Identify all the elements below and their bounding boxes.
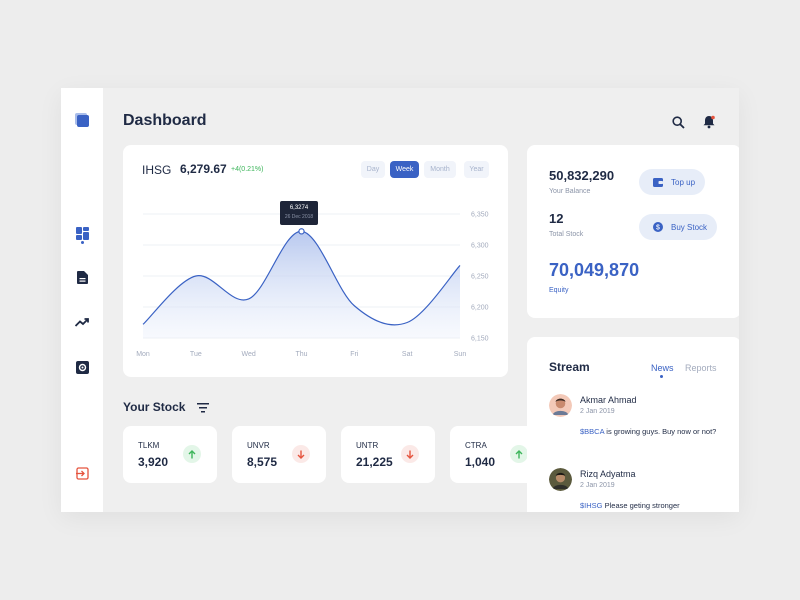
- x-tick-label: Sat: [402, 351, 413, 358]
- sidebar: [61, 88, 103, 512]
- notification-bell-icon[interactable]: [701, 114, 717, 130]
- post-author[interactable]: Rizq Adyatma: [580, 469, 636, 479]
- y-tick-label: 6,350: [471, 212, 489, 219]
- tooltip-date: 26 Dec 2018: [284, 214, 314, 220]
- stock-price: 8,575: [247, 455, 278, 469]
- x-tick-label: Tue: [190, 351, 202, 358]
- your-stock-title: Your Stock: [123, 400, 186, 414]
- arrow-down-icon: [292, 445, 310, 463]
- stock-code: UNVR: [247, 441, 270, 450]
- dashboard-grid-icon[interactable]: [74, 225, 90, 241]
- y-tick-label: 6,250: [471, 274, 489, 281]
- equity-label: Equity: [549, 287, 569, 294]
- settings-icon[interactable]: [74, 359, 90, 375]
- post-text: is growing guys. Buy now or not?: [604, 427, 717, 436]
- y-tick-label: 6,150: [471, 336, 489, 343]
- stream-title: Stream: [549, 360, 590, 374]
- stock-price: 21,225: [356, 455, 393, 469]
- stock-card-tlkm[interactable]: TLKM 3,920: [123, 426, 217, 483]
- data-point[interactable]: [350, 302, 358, 310]
- data-point[interactable]: [245, 295, 253, 303]
- page-title: Dashboard: [123, 112, 207, 129]
- index-chart-card: IHSG 6,279.67 +4(0.21%) Day Week Month Y…: [123, 145, 508, 377]
- total-stock-count: 12: [549, 211, 564, 226]
- document-icon[interactable]: [74, 269, 90, 285]
- post-date: 2 Jan 2019: [580, 482, 615, 489]
- search-icon[interactable]: [670, 114, 686, 130]
- tooltip-value: 6,3274: [289, 205, 309, 211]
- x-tick-label: Wed: [242, 351, 256, 358]
- logout-icon[interactable]: [74, 465, 90, 481]
- balance-label: Your Balance: [549, 188, 591, 195]
- stock-price: 1,040: [465, 455, 496, 469]
- post-text: Please geting stronger: [602, 501, 680, 510]
- post-body: $BBCA is growing guys. Buy now or not?: [580, 425, 720, 439]
- stock-code: UNTR: [356, 441, 379, 450]
- buy-stock-button[interactable]: $ Buy Stock: [639, 214, 717, 240]
- total-stock-label: Total Stock: [549, 231, 584, 238]
- post-author[interactable]: Akmar Ahmad: [580, 395, 637, 405]
- data-point[interactable]: [139, 320, 147, 328]
- tab-news[interactable]: News: [651, 363, 674, 373]
- stock-card-unvr[interactable]: UNVR 8,575: [232, 426, 326, 483]
- top-up-label: Top up: [671, 177, 696, 187]
- data-point[interactable]: [192, 272, 200, 280]
- equity-amount: 70,049,870: [549, 260, 640, 280]
- app-logo-icon[interactable]: [74, 112, 90, 128]
- tab-active-indicator: [660, 375, 663, 378]
- sidebar-active-indicator: [81, 241, 84, 244]
- arrow-down-icon: [401, 445, 419, 463]
- line-chart[interactable]: 6,150 6,200 6,250 6,300 6,350 Mon Tue Wed Thu Fri…: [123, 145, 508, 377]
- y-tick-label: 6,300: [471, 243, 489, 250]
- x-tick-label: Mon: [136, 351, 150, 358]
- data-point[interactable]: [456, 261, 464, 269]
- svg-text:$: $: [656, 225, 660, 232]
- dashboard-window: Dashboard IHSG 6,279.67 +4(0.21%) Day We…: [61, 88, 739, 512]
- filter-icon[interactable]: [196, 401, 210, 413]
- stock-price: 3,920: [138, 455, 169, 469]
- stock-card-untr[interactable]: UNTR 21,225: [341, 426, 435, 483]
- wallet-icon: [653, 177, 663, 187]
- post-ticker-tag[interactable]: $IHSG: [580, 501, 603, 510]
- avatar[interactable]: [549, 394, 572, 417]
- balance-amount: 50,832,290: [549, 168, 615, 183]
- stream-card: Stream News Reports Akmar Ahmad 2 Jan 20…: [527, 337, 739, 512]
- buy-stock-label: Buy Stock: [671, 222, 708, 232]
- dollar-coin-icon: $: [653, 222, 663, 232]
- data-point[interactable]: [403, 319, 411, 327]
- post-ticker-tag[interactable]: $BBCA: [580, 427, 604, 436]
- x-tick-label: Fri: [350, 351, 359, 358]
- tab-reports[interactable]: Reports: [685, 363, 717, 373]
- chart-area: [143, 231, 460, 338]
- post-date: 2 Jan 2019: [580, 408, 615, 415]
- trending-up-icon[interactable]: [74, 314, 90, 330]
- balance-card: 50,832,290 Your Balance 12 Total Stock 7…: [527, 145, 739, 318]
- x-tick-label: Thu: [295, 351, 307, 358]
- avatar[interactable]: [549, 468, 572, 491]
- stock-code: CTRA: [465, 441, 487, 450]
- stock-code: TLKM: [138, 441, 160, 450]
- data-point[interactable]: [298, 228, 305, 235]
- arrow-up-icon: [510, 445, 528, 463]
- top-up-button[interactable]: Top up: [639, 169, 705, 195]
- post-body: $IHSG Please geting stronger: [580, 499, 720, 512]
- chart-tooltip: 6,3274 26 Dec 2018: [280, 201, 318, 225]
- y-tick-label: 6,200: [471, 305, 489, 312]
- x-tick-label: Sun: [454, 351, 467, 358]
- arrow-up-icon: [183, 445, 201, 463]
